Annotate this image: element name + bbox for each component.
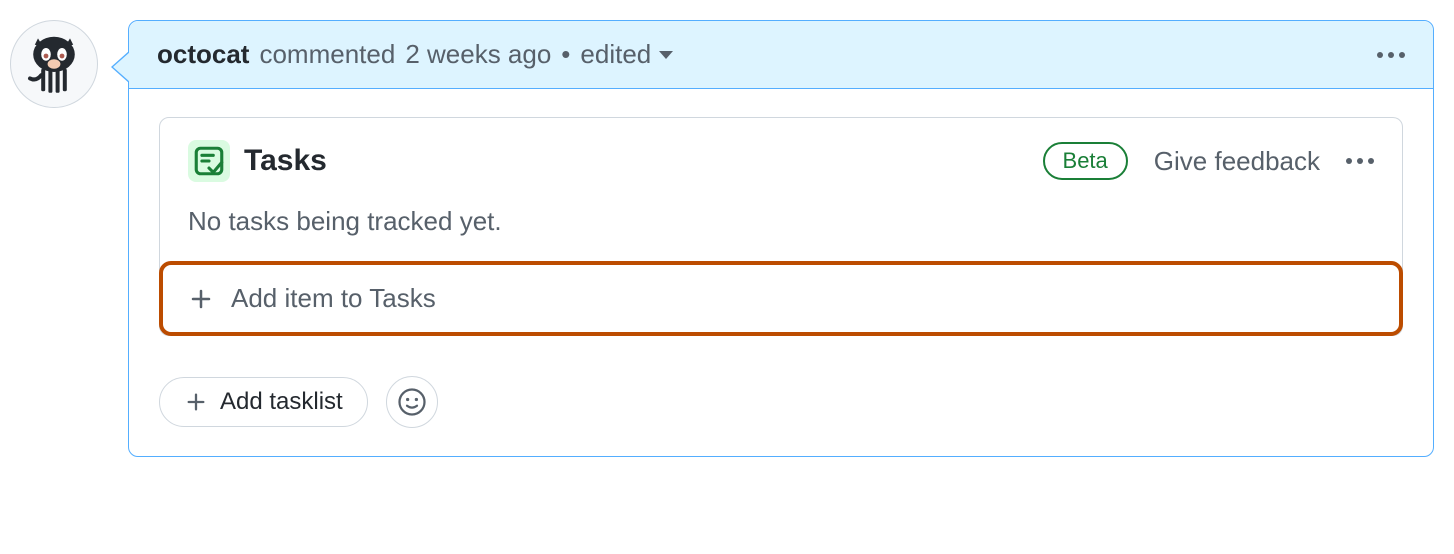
- plus-icon: [184, 390, 208, 414]
- smiley-icon: [397, 387, 427, 417]
- plus-icon: [189, 287, 213, 311]
- tasks-header-right: Beta Give feedback: [1043, 142, 1374, 180]
- comment-footer: Add tasklist: [159, 376, 1403, 428]
- comment-header: octocat commented 2 weeks ago • edited: [129, 21, 1433, 89]
- tasks-panel-header: Tasks Beta Give feedback: [160, 118, 1402, 194]
- comment-action-text: commented: [259, 39, 395, 70]
- comment-timestamp[interactable]: 2 weeks ago: [405, 39, 551, 70]
- comment-container: octocat commented 2 weeks ago • edited: [10, 20, 1434, 457]
- comment-header-meta: octocat commented 2 weeks ago • edited: [157, 39, 673, 70]
- comment-actions-menu[interactable]: [1377, 52, 1405, 58]
- add-item-to-tasks-button[interactable]: Add item to Tasks: [159, 261, 1403, 336]
- comment-body: Tasks Beta Give feedback No tasks being …: [129, 89, 1433, 456]
- tasklist-icon: [188, 140, 230, 182]
- add-tasklist-button[interactable]: Add tasklist: [159, 377, 368, 427]
- tasks-actions-menu[interactable]: [1346, 158, 1374, 164]
- edited-dropdown[interactable]: edited: [580, 39, 673, 70]
- separator-dot: •: [561, 39, 570, 70]
- add-item-label: Add item to Tasks: [231, 283, 436, 314]
- octocat-icon: [14, 24, 94, 104]
- add-tasklist-label: Add tasklist: [220, 388, 343, 416]
- user-avatar[interactable]: [10, 20, 98, 108]
- tasks-header-left: Tasks: [188, 140, 327, 182]
- caret-down-icon: [659, 51, 673, 59]
- comment-username[interactable]: octocat: [157, 39, 249, 70]
- comment-box: octocat commented 2 weeks ago • edited: [128, 20, 1434, 457]
- beta-badge: Beta: [1043, 142, 1128, 180]
- tasks-panel: Tasks Beta Give feedback No tasks being …: [159, 117, 1403, 336]
- give-feedback-link[interactable]: Give feedback: [1154, 146, 1320, 177]
- add-reaction-button[interactable]: [386, 376, 438, 428]
- edited-label: edited: [580, 39, 651, 70]
- tasks-empty-text: No tasks being tracked yet.: [160, 194, 1402, 261]
- tasks-title: Tasks: [244, 144, 327, 178]
